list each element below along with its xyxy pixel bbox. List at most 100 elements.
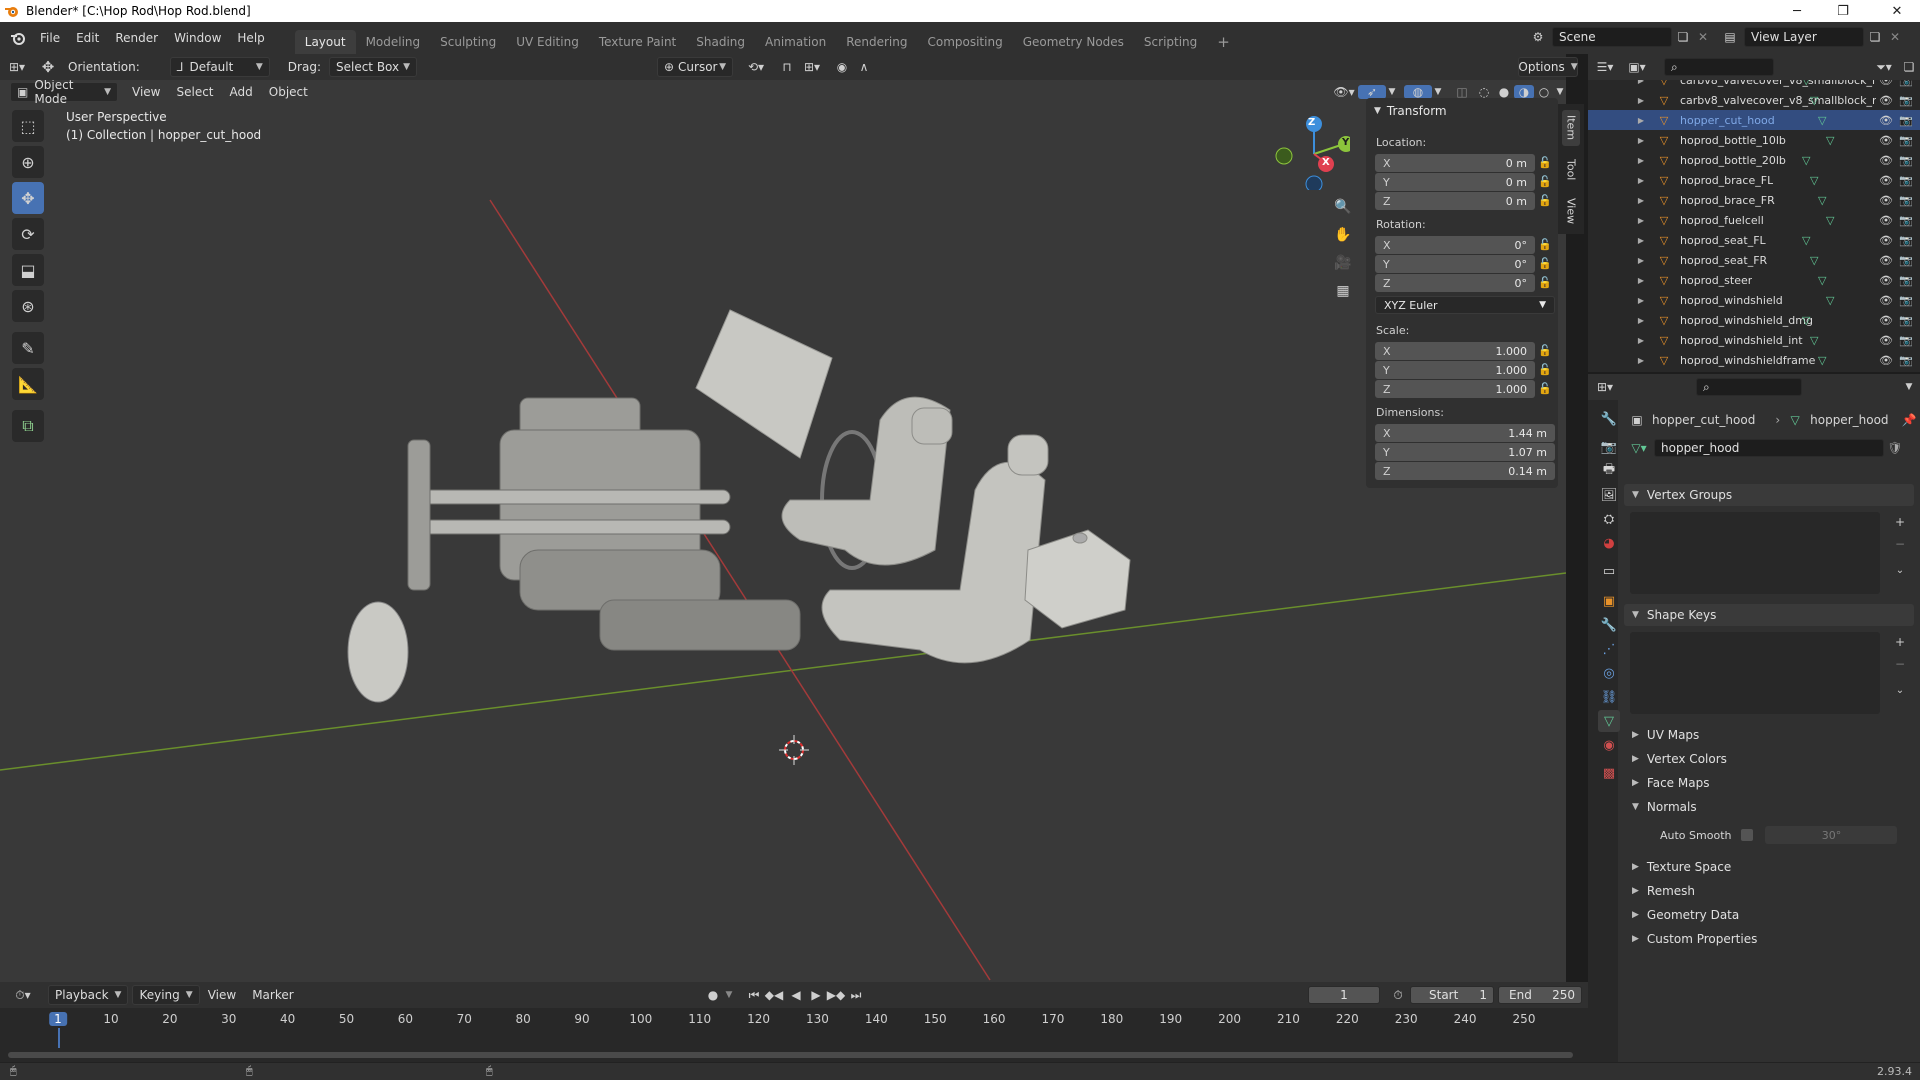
- expand-triangle-icon[interactable]: ▶: [1634, 156, 1648, 165]
- eye-icon[interactable]: 👁: [1878, 254, 1894, 267]
- auto-smooth-checkbox[interactable]: [1741, 829, 1754, 841]
- lock-icon[interactable]: 🔓: [1538, 156, 1552, 170]
- options-dropdown[interactable]: Options ▼: [1518, 57, 1578, 77]
- transform-pivot-icon[interactable]: ⟲▾: [741, 60, 771, 74]
- eye-icon[interactable]: 👁: [1878, 274, 1894, 287]
- tab-rendering[interactable]: Rendering: [836, 30, 917, 54]
- tab-geometry-nodes[interactable]: Geometry Nodes: [1013, 30, 1134, 54]
- new-view-layer-icon[interactable]: ❏: [1864, 30, 1886, 44]
- snap-target-icon[interactable]: ⊞▾: [799, 60, 825, 74]
- camera-icon[interactable]: 📷: [1898, 294, 1914, 307]
- camera-icon[interactable]: 📷: [1898, 314, 1914, 327]
- pan-hand-icon[interactable]: ✋: [1332, 224, 1354, 246]
- overlay-toggle-icon[interactable]: ◍: [1404, 85, 1432, 99]
- play-reverse-icon[interactable]: ◀: [786, 988, 806, 1002]
- lock-icon[interactable]: 🔓: [1538, 276, 1552, 290]
- chevron-down-icon[interactable]: ⌄: [1890, 560, 1910, 580]
- expand-triangle-icon[interactable]: ▶: [1634, 80, 1648, 85]
- new-collection-icon[interactable]: ❏: [1898, 60, 1920, 74]
- outliner-item[interactable]: ▶ ▽ hoprod_windshield_dmg ▽ 👁 📷: [1588, 310, 1920, 330]
- tab-uv-editing[interactable]: UV Editing: [506, 30, 589, 54]
- playhead[interactable]: [58, 1028, 60, 1048]
- menu-file[interactable]: File: [32, 26, 68, 50]
- prev-keyframe-icon[interactable]: ◆◀: [764, 988, 784, 1002]
- camera-icon[interactable]: 📷: [1898, 134, 1914, 147]
- texture-space-panel[interactable]: ▶ Texture Space: [1624, 856, 1914, 878]
- jump-start-icon[interactable]: ⏮: [744, 988, 764, 1003]
- xray-icon[interactable]: ◫: [1450, 85, 1474, 99]
- lock-icon[interactable]: 🔓: [1538, 194, 1552, 208]
- dimension-y-field[interactable]: Y 1.07 m: [1375, 443, 1555, 461]
- gizmo-toggle-icon[interactable]: ➶: [1358, 85, 1386, 99]
- modifier-tab-icon[interactable]: 🔧: [1598, 614, 1620, 636]
- tab-sculpting[interactable]: Sculpting: [430, 30, 506, 54]
- viewport-menu-view[interactable]: View: [124, 80, 168, 104]
- pivot-dropdown[interactable]: ⊕ Cursor ▼: [656, 57, 733, 77]
- scene-icon[interactable]: ⚙: [1524, 30, 1552, 44]
- eye-icon[interactable]: 👁: [1878, 154, 1894, 167]
- menu-window[interactable]: Window: [166, 26, 229, 50]
- scale-tool[interactable]: ⬓: [12, 254, 44, 286]
- eye-icon[interactable]: 👁: [1878, 114, 1894, 127]
- timeline-scrollbar[interactable]: [8, 1052, 1573, 1058]
- dimension-z-field[interactable]: Z 0.14 m: [1375, 462, 1555, 480]
- outliner-item[interactable]: ▶ ▽ hoprod_seat_FL ▽ 👁 📷: [1588, 230, 1920, 250]
- outliner-item[interactable]: ▶ ▽ hoprod_seat_FR ▽ 👁 📷: [1588, 250, 1920, 270]
- measure-tool[interactable]: 📐: [12, 368, 44, 400]
- eye-icon[interactable]: 👁: [1878, 134, 1894, 147]
- camera-icon[interactable]: 📷: [1898, 114, 1914, 127]
- world-tab-icon[interactable]: ◕: [1598, 532, 1620, 554]
- eye-icon[interactable]: 👁: [1878, 234, 1894, 247]
- sidebar-tab-tool[interactable]: Tool: [1562, 154, 1580, 186]
- camera-icon[interactable]: 📷: [1898, 274, 1914, 287]
- mesh-name-field[interactable]: hopper_hood: [1654, 439, 1884, 457]
- timeline-track[interactable]: 1 10 20 30 40 50 60 70 80 90 100 110 120 130 140 150 160…: [0, 1008, 1588, 1062]
- filter-icon[interactable]: ⏷▾: [1870, 60, 1898, 75]
- vertex-groups-panel[interactable]: ▼ Vertex Groups: [1624, 484, 1914, 506]
- eye-icon[interactable]: 👁: [1878, 334, 1894, 347]
- camera-icon[interactable]: 📷: [1898, 354, 1914, 367]
- tool-tab-icon[interactable]: 🔧: [1598, 408, 1620, 430]
- outliner-item[interactable]: ▶ ▽ hopper_cut_hood ▽ 👁 📷: [1588, 110, 1920, 130]
- menu-render[interactable]: Render: [107, 26, 166, 50]
- add-cube-tool[interactable]: ⧉: [12, 410, 44, 442]
- expand-triangle-icon[interactable]: ▶: [1634, 96, 1648, 105]
- proportional-edit-icon[interactable]: ◉: [831, 60, 853, 74]
- expand-triangle-icon[interactable]: ▶: [1634, 136, 1648, 145]
- vertex-colors-panel[interactable]: ▶ Vertex Colors: [1624, 748, 1914, 770]
- outliner-item[interactable]: ▶ ▽ hoprod_windshield ▽ 👁 📷: [1588, 290, 1920, 310]
- outliner-search-input[interactable]: ⌕: [1664, 58, 1774, 76]
- view-layer-field[interactable]: View Layer: [1744, 27, 1864, 47]
- auto-smooth-angle-field[interactable]: 30°: [1765, 826, 1898, 844]
- shape-keys-panel[interactable]: ▼ Shape Keys: [1624, 604, 1914, 626]
- stopwatch-icon[interactable]: ⏱: [1388, 988, 1408, 1003]
- 3d-viewport[interactable]: ▣ Object Mode ▼ View Select Add Object 👁▾ …: [0, 80, 1566, 982]
- editor-type-icon[interactable]: ⊞▾: [0, 60, 34, 74]
- collection-tab-icon[interactable]: ▭: [1598, 560, 1620, 582]
- geometry-data-panel[interactable]: ▶ Geometry Data: [1624, 904, 1914, 926]
- properties-editor-icon[interactable]: ⊞▾: [1588, 380, 1622, 394]
- wireframe-shading-icon[interactable]: ◌: [1474, 85, 1494, 99]
- menu-help[interactable]: Help: [229, 26, 272, 50]
- visibility-icon[interactable]: 👁▾: [1330, 85, 1358, 99]
- close-button[interactable]: ✕: [1874, 0, 1920, 22]
- outliner-item[interactable]: ▶ ▽ hoprod_windshield_int ▽ 👁 📷: [1588, 330, 1920, 350]
- viewport-menu-object[interactable]: Object: [261, 80, 316, 104]
- outliner-item[interactable]: ▶ ▽ hoprod_brace_FL ▽ 👁 📷: [1588, 170, 1920, 190]
- maximize-button[interactable]: ❐: [1820, 0, 1866, 22]
- rotation-mode-dropdown[interactable]: XYZ Euler ▼: [1375, 296, 1555, 314]
- rendered-shading-icon[interactable]: ○: [1534, 85, 1554, 99]
- transform-tool[interactable]: ⊛: [12, 290, 44, 322]
- annotate-tool[interactable]: ✎: [12, 332, 44, 364]
- chevron-down-icon[interactable]: ▼: [722, 990, 736, 1000]
- remove-icon[interactable]: −: [1890, 654, 1910, 674]
- fake-user-icon[interactable]: 🛡: [1884, 441, 1906, 455]
- jump-end-icon[interactable]: ⏭: [846, 988, 866, 1003]
- physics-tab-icon[interactable]: ◎: [1598, 662, 1620, 684]
- shape-keys-list[interactable]: [1630, 632, 1880, 714]
- viewport-menu-select[interactable]: Select: [168, 80, 221, 104]
- eye-icon[interactable]: 👁: [1878, 294, 1894, 307]
- eye-icon[interactable]: 👁: [1878, 314, 1894, 327]
- timeline-editor-icon[interactable]: ⏱▾: [6, 988, 40, 1003]
- camera-icon[interactable]: 📷: [1898, 334, 1914, 347]
